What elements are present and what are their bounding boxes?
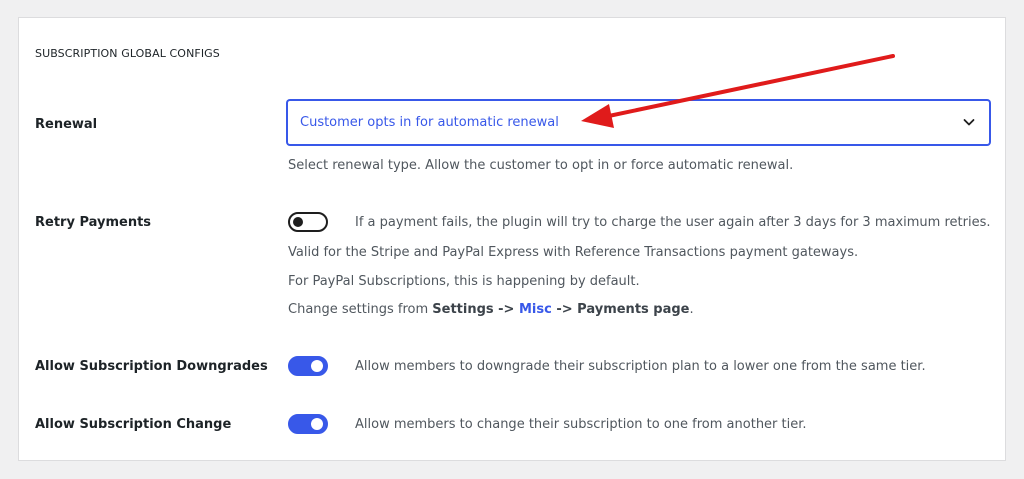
settings-path-settings: Settings [432, 302, 494, 317]
renewal-description: Select renewal type. Allow the customer … [288, 158, 794, 173]
renewal-select[interactable]: Customer opts in for automatic renewal [287, 100, 990, 145]
toggle-knob [311, 360, 323, 372]
retry-payments-label: Retry Payments [35, 215, 152, 230]
settings-path-sep2: -> [551, 302, 578, 317]
misc-link[interactable]: Misc [519, 302, 552, 317]
settings-path-suffix: . [689, 302, 694, 317]
downgrades-toggle[interactable] [288, 356, 328, 376]
toggle-knob [311, 418, 323, 430]
retry-payments-toggle[interactable] [288, 212, 328, 232]
renewal-label: Renewal [35, 117, 98, 132]
chevron-down-icon [963, 119, 975, 126]
settings-path-prefix: Change settings from [288, 302, 433, 317]
downgrades-description: Allow members to downgrade their subscri… [355, 359, 926, 374]
settings-panel: SUBSCRIPTION GLOBAL CONFIGS Renewal Cust… [18, 17, 1006, 461]
settings-path-sep1: -> [493, 302, 519, 317]
retry-note-settings: Change settings from Settings -> Misc ->… [288, 302, 694, 317]
change-toggle[interactable] [288, 414, 328, 434]
settings-path-payments: Payments page [577, 302, 690, 317]
retry-note-gateways: Valid for the Stripe and PayPal Express … [288, 245, 859, 260]
retry-note-paypal: For PayPal Subscriptions, this is happen… [288, 274, 640, 289]
retry-payments-description: If a payment fails, the plugin will try … [355, 215, 991, 230]
renewal-select-value: Customer opts in for automatic renewal [300, 115, 559, 130]
downgrades-label: Allow Subscription Downgrades [35, 359, 268, 374]
toggle-knob [293, 217, 303, 227]
change-description: Allow members to change their subscripti… [355, 417, 807, 432]
change-label: Allow Subscription Change [35, 417, 232, 432]
section-title: SUBSCRIPTION GLOBAL CONFIGS [35, 47, 220, 60]
